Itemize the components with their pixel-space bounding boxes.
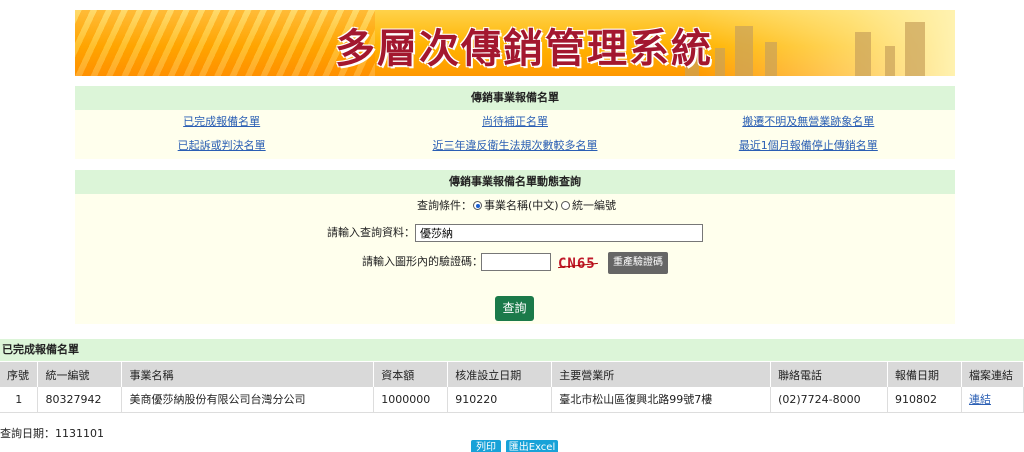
query-date: 查詢日期：1131101 (0, 427, 104, 440)
col-approval-date: 核准設立日期 (447, 362, 553, 387)
regenerate-captcha-button[interactable]: 重產驗證碼 (608, 252, 668, 274)
captcha-input[interactable] (481, 253, 551, 271)
table-header-row: 序號 統一編號 事業名稱 資本額 核准設立日期 主要營業所 聯絡電話 報備日期 … (0, 362, 1024, 387)
registry-heading: 傳銷事業報備名單 (75, 86, 955, 110)
query-input[interactable] (415, 224, 703, 242)
link-completed-list[interactable]: 已完成報備名單 (75, 110, 368, 134)
col-file-link: 檔案連結 (961, 362, 1024, 387)
query-heading: 傳銷事業報備名單動態查詢 (75, 170, 955, 194)
results-table: 序號 統一編號 事業名稱 資本額 核准設立日期 主要營業所 聯絡電話 報備日期 … (0, 362, 1024, 413)
cell-address: 臺北市松山區復興北路99號7樓 (551, 387, 772, 413)
radio-selected-icon[interactable] (473, 201, 482, 210)
results-heading: 已完成報備名單 (0, 339, 1024, 361)
col-phone: 聯絡電話 (770, 362, 889, 387)
print-button[interactable]: 列印 (471, 440, 501, 452)
condition-row: 查詢條件： 事業名稱(中文) 統一編號 (75, 196, 955, 216)
col-company-name: 事業名稱 (121, 362, 375, 387)
cell-tax-id: 80327942 (37, 387, 123, 413)
col-report-date: 報備日期 (887, 362, 962, 387)
link-pending-correction-list[interactable]: 尚待補正名單 (368, 110, 661, 134)
banner-decoration (75, 10, 375, 76)
query-input-row: 請輸入查詢資料： (75, 223, 955, 243)
search-button[interactable]: 查詢 (495, 296, 534, 321)
col-tax-id: 統一編號 (37, 362, 123, 387)
registry-links-row-1: 已完成報備名單 尚待補正名單 搬遷不明及無營業跡象名單 (75, 110, 955, 134)
captcha-row: 請輸入圖形內的驗證碼： (75, 252, 955, 272)
table-row: 1 80327942 美商優莎納股份有限公司台灣分公司 1000000 9102… (0, 387, 1024, 413)
system-title: 多層次傳銷管理系統 (335, 25, 713, 72)
registry-links-row-2: 已起訴或判決名單 近三年違反衛生法規次數較多名單 最近1個月報備停止傳銷名單 (75, 134, 955, 158)
option-company-name[interactable]: 事業名稱(中文) (473, 196, 559, 216)
cell-capital: 1000000 (373, 387, 449, 413)
link-prosecuted-list[interactable]: 已起訴或判決名單 (75, 134, 368, 158)
col-address: 主要營業所 (551, 362, 772, 387)
link-recently-stopped-list[interactable]: 最近1個月報備停止傳銷名單 (662, 134, 955, 158)
query-input-label: 請輸入查詢資料： (327, 226, 415, 239)
condition-label: 查詢條件： (417, 199, 472, 212)
link-health-violations-list[interactable]: 近三年違反衛生法規次數較多名單 (368, 134, 661, 158)
captcha-image: CN65 (558, 256, 604, 274)
query-panel: 傳銷事業報備名單動態查詢 查詢條件： 事業名稱(中文) 統一編號 請輸入查詢資料… (75, 170, 955, 324)
col-index: 序號 (0, 362, 39, 387)
cell-phone: (02)7724-8000 (770, 387, 889, 413)
link-relocated-unknown-list[interactable]: 搬遷不明及無營業跡象名單 (662, 110, 955, 134)
cell-report-date: 910802 (887, 387, 962, 413)
file-link[interactable]: 連結 (969, 393, 991, 406)
cell-index: 1 (0, 387, 39, 413)
cell-company-name: 美商優莎納股份有限公司台灣分公司 (121, 387, 375, 413)
col-capital: 資本額 (373, 362, 449, 387)
cell-file-link: 連結 (961, 387, 1024, 413)
cell-approval-date: 910220 (447, 387, 553, 413)
registry-panel: 傳銷事業報備名單 已完成報備名單 尚待補正名單 搬遷不明及無營業跡象名單 已起訴… (75, 86, 955, 159)
captcha-label: 請輸入圖形內的驗證碼： (362, 255, 483, 268)
option-tax-id[interactable]: 統一編號 (561, 196, 616, 216)
header-banner: 多層次傳銷管理系統 (75, 10, 955, 76)
radio-icon[interactable] (561, 201, 570, 210)
export-excel-button[interactable]: 匯出Excel (506, 440, 558, 452)
